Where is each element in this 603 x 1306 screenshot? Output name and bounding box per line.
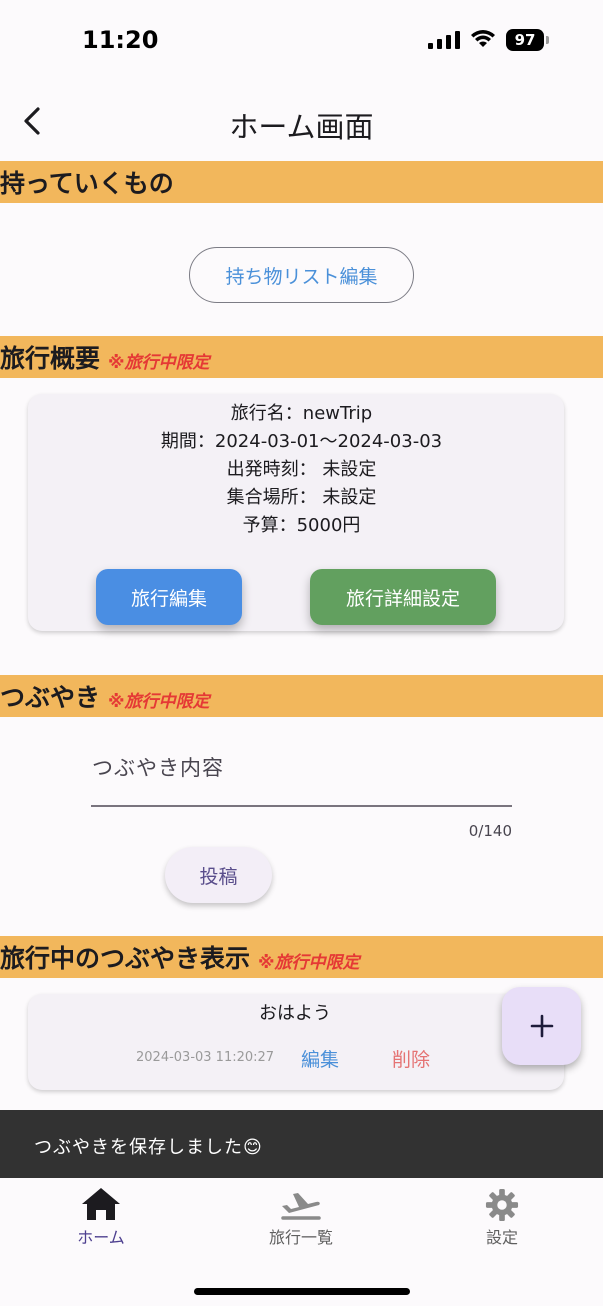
add-fab-button[interactable] <box>502 987 581 1065</box>
home-indicator[interactable] <box>194 1288 410 1295</box>
nav-item-home[interactable]: ホーム <box>31 1186 171 1248</box>
tweet-edit-button[interactable]: 編集 <box>301 1045 339 1072</box>
tweet-list-note: ※旅行中限定 <box>258 952 360 973</box>
edit-trip-button[interactable]: 旅行編集 <box>96 569 242 625</box>
page-title: ホーム画面 <box>229 110 374 144</box>
tweet-title: つぶやき <box>0 683 101 712</box>
tweet-note: ※旅行中限定 <box>108 691 210 712</box>
cellular-signal-icon <box>428 31 460 49</box>
nav-item-settings[interactable]: 設定 <box>432 1188 572 1248</box>
tweet-list-section-header: 旅行中のつぶやき表示 ※旅行中限定 <box>0 936 603 978</box>
trip-period: 期間：2024-03-01〜2024-03-03 <box>160 431 443 452</box>
trip-detail-settings-button[interactable]: 旅行詳細設定 <box>310 569 496 625</box>
trip-overview-note: ※旅行中限定 <box>108 352 210 373</box>
battery-icon: 97 <box>506 29 550 51</box>
trip-meeting-place: 集合場所： 未設定 <box>226 487 377 508</box>
plus-icon <box>530 1014 553 1038</box>
belongings-section-header: 持っていくもの <box>0 161 603 203</box>
nav-label-trip-list: 旅行一覧 <box>268 1228 333 1247</box>
tweet-input[interactable]: つぶやき内容 <box>92 752 224 782</box>
battery-level: 97 <box>506 29 544 51</box>
tweet-input-underline <box>91 805 512 807</box>
wifi-icon <box>471 30 495 47</box>
trip-budget: 予算：5000円 <box>242 515 361 536</box>
airplane-icon <box>281 1193 321 1220</box>
tweet-section-header: つぶやき ※旅行中限定 <box>0 675 603 717</box>
snackbar-message: つぶやきを保存しました😊 <box>34 1137 263 1158</box>
nav-item-trip-list[interactable]: 旅行一覧 <box>231 1188 371 1248</box>
edit-belongings-list-button[interactable]: 持ち物リスト編集 <box>189 247 414 303</box>
tweet-list-title: 旅行中のつぶやき表示 <box>0 944 251 973</box>
trip-name: 旅行名：newTrip <box>230 403 373 424</box>
nav-label-home: ホーム <box>77 1228 125 1247</box>
home-icon <box>82 1188 120 1220</box>
gear-icon <box>485 1188 519 1222</box>
trip-overview-section-header: 旅行概要 ※旅行中限定 <box>0 336 603 378</box>
tweet-delete-button[interactable]: 削除 <box>392 1045 430 1072</box>
post-button[interactable]: 投稿 <box>165 847 272 903</box>
status-time: 11:20 <box>82 26 159 54</box>
tweet-character-counter: 0/140 <box>468 822 512 840</box>
nav-label-settings: 設定 <box>485 1228 518 1247</box>
trip-departure-time: 出発時刻： 未設定 <box>226 459 377 480</box>
belongings-title: 持っていくもの <box>0 169 174 198</box>
trip-overview-title: 旅行概要 <box>0 344 101 373</box>
tweet-timestamp: 2024-03-03 11:20:27 <box>136 1050 275 1065</box>
